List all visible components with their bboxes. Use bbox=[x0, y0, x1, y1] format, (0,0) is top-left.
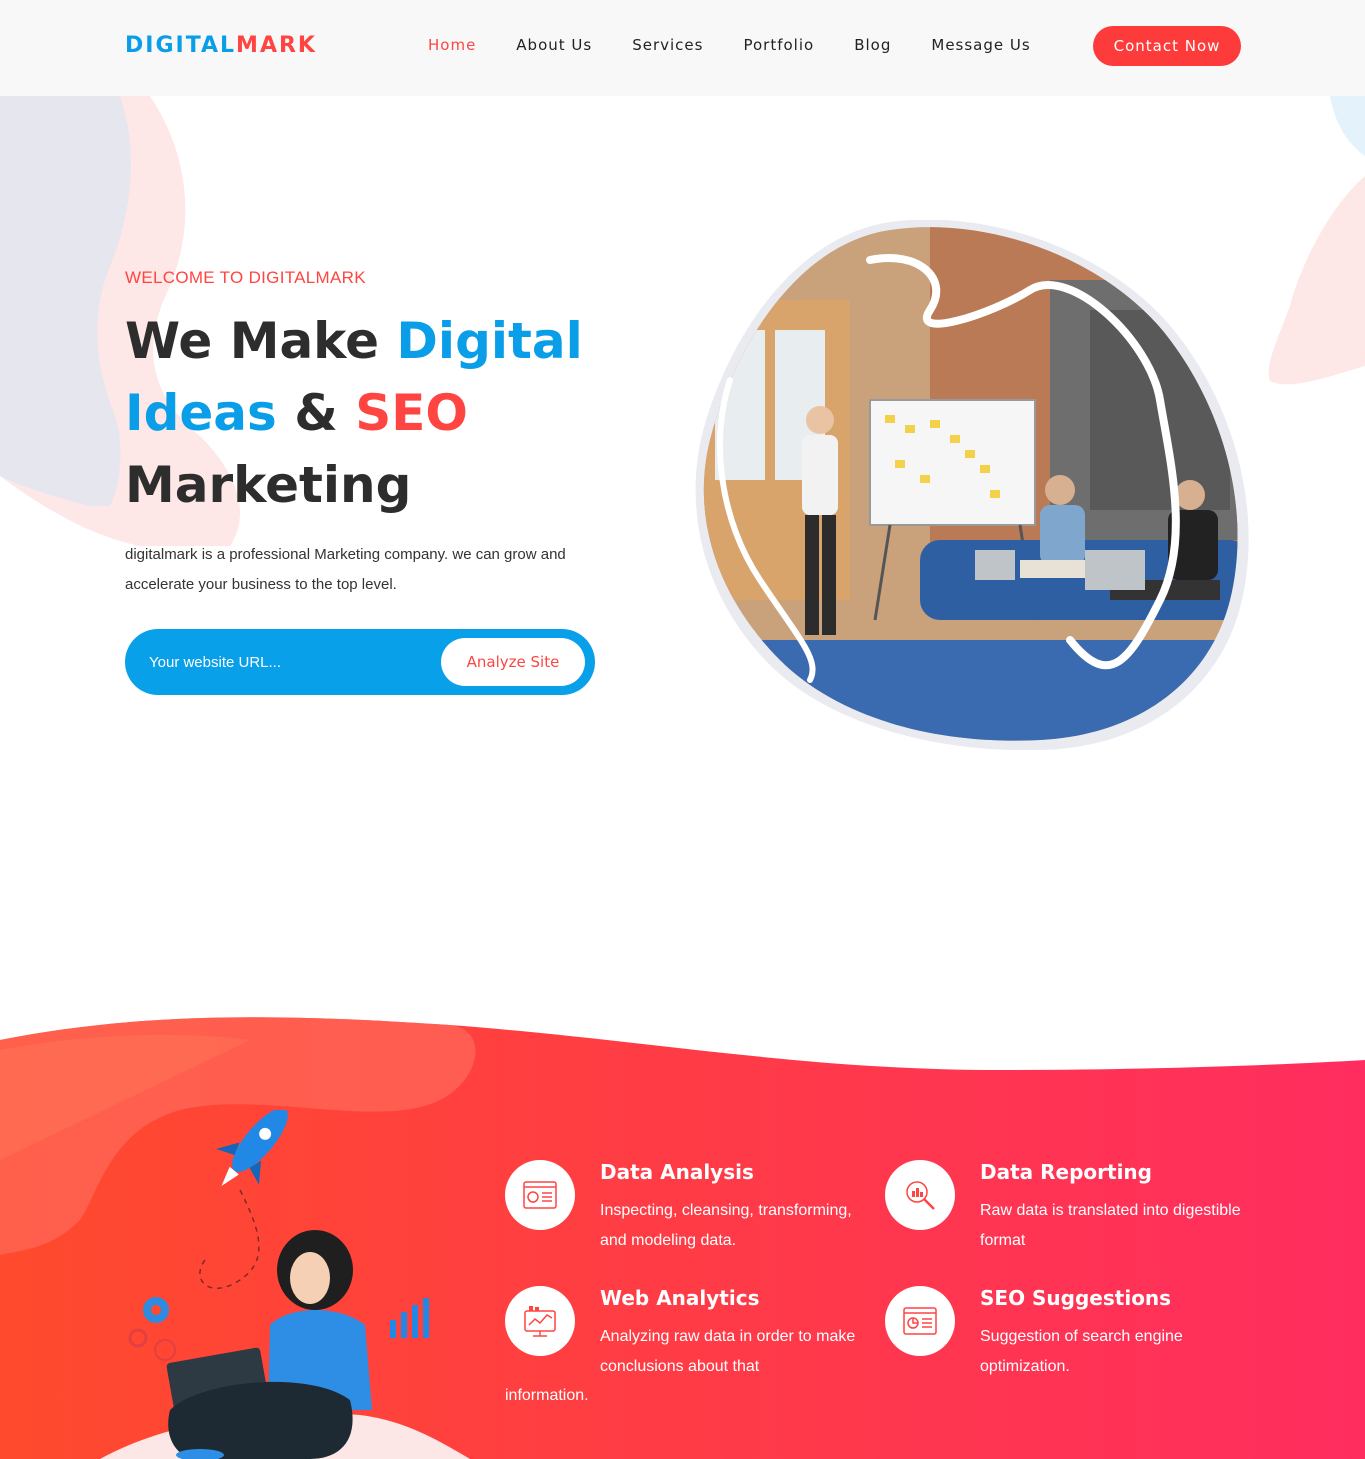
feature-description-overflow: information. bbox=[505, 1387, 589, 1404]
feature-description: Analyzing raw data in order to make conc… bbox=[600, 1328, 856, 1375]
hero-description: digitalmark is a professional Marketing … bbox=[125, 546, 566, 593]
feature-title: SEO Suggestions bbox=[980, 1286, 1172, 1310]
main-nav: Home About Us Services Portfolio Blog Me… bbox=[428, 36, 1071, 54]
feature-title: Data Analysis bbox=[600, 1160, 754, 1184]
nav-about-us[interactable]: About Us bbox=[516, 36, 592, 54]
headline-digital: Digital bbox=[396, 312, 583, 370]
person-laptop-illustration bbox=[128, 1110, 429, 1459]
headline-ampersand: & bbox=[276, 384, 356, 442]
site-header: DIGITALMARK Home About Us Services Portf… bbox=[0, 0, 1365, 96]
contact-now-button[interactable]: Contact Now bbox=[1093, 26, 1241, 66]
data-reporting-icon bbox=[906, 1181, 935, 1210]
logo-part-mark: MARK bbox=[236, 33, 317, 58]
nav-home[interactable]: Home bbox=[428, 36, 476, 54]
analyze-site-button[interactable]: Analyze Site bbox=[441, 638, 585, 686]
feature-icon-wrapper bbox=[885, 1160, 955, 1230]
bar-chart-icon bbox=[390, 1298, 429, 1338]
feature-description: Suggestion of search engine optimization… bbox=[980, 1328, 1183, 1375]
feature-description: Raw data is translated into digestible f… bbox=[980, 1202, 1241, 1249]
hero-headline: We Make Digital Ideas & SEO Marketing bbox=[125, 305, 685, 521]
logo[interactable]: DIGITALMARK bbox=[125, 33, 317, 58]
feature-icon-wrapper bbox=[505, 1286, 575, 1356]
data-analysis-icon bbox=[523, 1181, 557, 1209]
url-search-form: Analyze Site bbox=[125, 629, 595, 695]
web-analytics-icon bbox=[524, 1306, 556, 1337]
hero-office-image bbox=[695, 220, 1249, 750]
nav-services[interactable]: Services bbox=[632, 36, 703, 54]
nav-message-us[interactable]: Message Us bbox=[931, 36, 1030, 54]
headline-ideas: Ideas bbox=[125, 384, 277, 442]
rocket-icon bbox=[216, 1110, 288, 1186]
feature-icon-wrapper bbox=[885, 1286, 955, 1356]
feature-icon-wrapper bbox=[505, 1160, 575, 1230]
headline-marketing: Marketing bbox=[125, 456, 412, 514]
feature-title: Web Analytics bbox=[600, 1286, 760, 1310]
nav-blog[interactable]: Blog bbox=[854, 36, 891, 54]
headline-seo: SEO bbox=[355, 384, 468, 442]
feature-description: Inspecting, cleansing, transforming, and… bbox=[600, 1202, 852, 1249]
seo-suggestions-icon bbox=[903, 1307, 937, 1335]
website-url-input[interactable] bbox=[149, 647, 429, 677]
welcome-label: WELCOME TO DIGITALMARK bbox=[125, 268, 366, 287]
logo-part-digital: DIGITAL bbox=[125, 33, 237, 58]
gear-icon bbox=[143, 1297, 169, 1323]
nav-portfolio[interactable]: Portfolio bbox=[743, 36, 814, 54]
headline-we-make: We Make bbox=[125, 312, 397, 370]
feature-title: Data Reporting bbox=[980, 1160, 1152, 1184]
